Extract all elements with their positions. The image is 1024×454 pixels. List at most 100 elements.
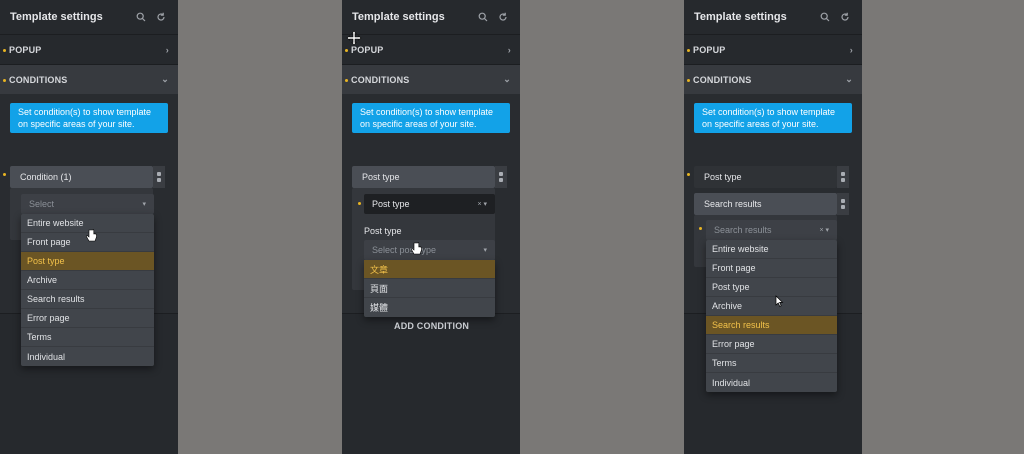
copy-icon[interactable] — [499, 172, 503, 176]
chevron-down-icon: ⌄ — [503, 74, 511, 84]
menu-item-error-page[interactable]: Error page — [706, 335, 837, 354]
post-type-menu: 文章 頁面 媒體 — [364, 260, 495, 317]
delete-icon[interactable] — [841, 205, 845, 209]
menu-item-individual[interactable]: Individual — [21, 347, 154, 366]
panel-header: Template settings — [342, 0, 520, 34]
delete-icon[interactable] — [157, 178, 161, 182]
refresh-icon[interactable] — [838, 10, 852, 24]
chevron-right-icon: › — [849, 44, 853, 55]
section-popup-label: POPUP — [9, 44, 42, 55]
sub-field-label: Post type — [364, 226, 402, 236]
menu-item-individual[interactable]: Individual — [706, 373, 837, 392]
search-icon[interactable] — [134, 10, 148, 24]
condition-row[interactable]: Post type — [352, 166, 495, 188]
menu-item-error-page[interactable]: Error page — [21, 309, 154, 328]
menu-item-front-page[interactable]: Front page — [706, 259, 837, 278]
delete-icon[interactable] — [499, 178, 503, 182]
condition-marker-dot — [687, 173, 690, 176]
condition-row[interactable]: Post type — [694, 166, 837, 188]
condition-row-2[interactable]: Search results — [694, 193, 837, 215]
status-dot — [3, 78, 6, 82]
menu-item-terms[interactable]: Terms — [21, 328, 154, 347]
delete-icon[interactable] — [841, 178, 845, 182]
condition-marker-dot — [699, 227, 702, 230]
panel-header: Template settings — [684, 0, 862, 34]
section-popup-label: POPUP — [693, 44, 726, 55]
menu-item-archive[interactable]: Archive — [706, 297, 837, 316]
condition-row-actions[interactable] — [837, 166, 849, 188]
condition-type-select[interactable]: Select ▾ — [21, 194, 154, 214]
conditions-body: Set condition(s) to show template on spe… — [0, 94, 178, 366]
condition-marker-dot — [358, 202, 361, 205]
status-dot — [3, 48, 6, 52]
condition-type-select[interactable]: Post type × ▾ — [364, 194, 495, 214]
condition-label: Post type — [362, 172, 400, 182]
status-dot — [345, 48, 348, 52]
search-icon[interactable] — [818, 10, 832, 24]
hand-cursor-icon — [86, 229, 97, 242]
chevron-down-icon: ⌄ — [161, 74, 169, 84]
section-conditions-label: CONDITIONS — [9, 74, 68, 85]
copy-icon[interactable] — [157, 172, 161, 176]
status-dot — [345, 78, 348, 82]
status-dot — [687, 48, 690, 52]
condition-row-actions[interactable] — [495, 166, 507, 188]
clear-chevron-icon[interactable]: × ▾ — [819, 226, 829, 234]
add-condition-button[interactable]: ADD CONDITION — [394, 321, 469, 331]
chevron-down-icon: ▾ — [483, 247, 487, 254]
menu-item-pages[interactable]: 頁面 — [364, 279, 495, 298]
select-value: Search results — [714, 225, 772, 235]
condition-row-2-actions[interactable] — [837, 193, 849, 215]
panel-title: Template settings — [352, 11, 445, 23]
section-popup[interactable]: POPUP › — [342, 34, 520, 64]
refresh-icon[interactable] — [154, 10, 168, 24]
conditions-body: Set condition(s) to show template on spe… — [342, 94, 520, 331]
arrow-cursor-icon — [775, 295, 784, 307]
menu-item-posts[interactable]: 文章 — [364, 260, 495, 279]
chevron-down-icon: ▾ — [142, 201, 146, 208]
select-placeholder: Select post type — [372, 245, 437, 255]
clear-chevron-icon[interactable]: × ▾ — [477, 200, 487, 208]
chevron-right-icon: › — [507, 44, 511, 55]
select-value: Post type — [372, 199, 410, 209]
chevron-down-icon: ⌄ — [845, 74, 853, 84]
post-type-select[interactable]: Select post type ▾ — [364, 240, 495, 260]
refresh-icon[interactable] — [496, 10, 510, 24]
menu-item-post-type[interactable]: Post type — [706, 278, 837, 297]
menu-item-post-type[interactable]: Post type — [21, 252, 154, 271]
menu-item-entire-website[interactable]: Entire website — [706, 240, 837, 259]
conditions-body: Set condition(s) to show template on spe… — [684, 94, 862, 392]
section-popup-label: POPUP — [351, 44, 384, 55]
section-popup[interactable]: POPUP › — [0, 34, 178, 64]
section-popup[interactable]: POPUP › — [684, 34, 862, 64]
condition-row-actions[interactable] — [153, 166, 165, 188]
hand-cursor-icon — [411, 242, 422, 255]
condition-label: Post type — [704, 172, 742, 182]
conditions-info-box: Set condition(s) to show template on spe… — [10, 103, 168, 133]
condition-2-label: Search results — [704, 199, 762, 209]
menu-item-media[interactable]: 媒體 — [364, 298, 495, 317]
copy-icon[interactable] — [841, 199, 845, 203]
menu-item-terms[interactable]: Terms — [706, 354, 837, 373]
move-cursor-icon — [346, 30, 362, 46]
condition-marker-dot — [3, 173, 6, 176]
conditions-info-box: Set condition(s) to show template on spe… — [352, 103, 510, 133]
condition-type-select[interactable]: Search results × ▾ — [706, 220, 837, 240]
section-conditions[interactable]: CONDITIONS ⌄ — [684, 64, 862, 94]
menu-item-archive[interactable]: Archive — [21, 271, 154, 290]
copy-icon[interactable] — [841, 172, 845, 176]
condition-type-menu: Entire website Front page Post type Arch… — [706, 240, 837, 392]
panel-title: Template settings — [10, 11, 103, 23]
select-placeholder: Select — [29, 199, 55, 209]
search-icon[interactable] — [476, 10, 490, 24]
panel-title: Template settings — [694, 11, 787, 23]
condition-row[interactable]: Condition (1) — [10, 166, 153, 188]
template-settings-panel-1: Template settings POPUP › CONDITIONS ⌄ S… — [0, 0, 178, 454]
section-conditions[interactable]: CONDITIONS ⌄ — [0, 64, 178, 94]
section-conditions-label: CONDITIONS — [693, 74, 752, 85]
section-conditions[interactable]: CONDITIONS ⌄ — [342, 64, 520, 94]
template-settings-panel-3: Template settings POPUP › CONDITIONS ⌄ S… — [684, 0, 862, 454]
menu-item-search-results[interactable]: Search results — [21, 290, 154, 309]
menu-item-search-results[interactable]: Search results — [706, 316, 837, 335]
conditions-info-box: Set condition(s) to show template on spe… — [694, 103, 852, 133]
